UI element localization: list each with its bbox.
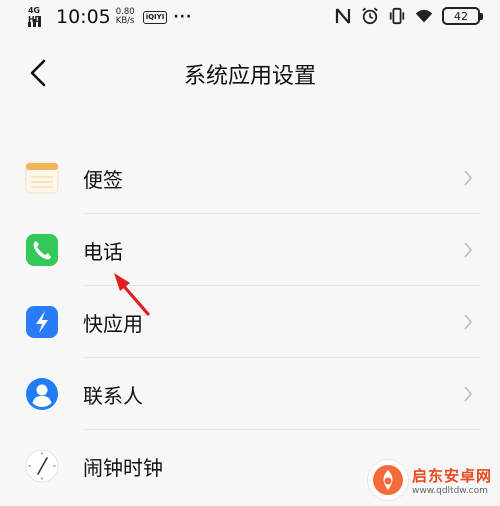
annotation-arrow-icon: [114, 273, 150, 316]
list-item-contacts[interactable]: 联系人: [0, 358, 500, 430]
list-item-label: 电话: [83, 239, 123, 264]
speed-unit: KB/s: [115, 16, 135, 26]
notes-icon: [24, 160, 60, 196]
watermark: 启东安卓网 www.qdltdw.com: [368, 458, 496, 502]
more-notifications-icon: ···: [173, 9, 193, 25]
watermark-name: 启东安卓网: [412, 466, 493, 485]
alarm-icon: [361, 6, 379, 26]
nfc-icon: [334, 6, 352, 26]
iqiyi-icon: iQIYI: [142, 10, 168, 24]
list-item-phone[interactable]: 电话: [0, 214, 500, 286]
list-item-notes[interactable]: 便签: [0, 142, 500, 214]
settings-screen: 4G HD 10:05 0.80 KB/s iQIYI ···: [0, 0, 500, 506]
status-time: 10:05: [56, 6, 111, 28]
page-title: 系统应用设置: [183, 64, 316, 89]
signal-icon: 4G HD: [28, 6, 50, 28]
chevron-right-icon: [460, 238, 476, 262]
battery-icon: 42: [442, 7, 483, 25]
list-item-label: 闹钟时钟: [83, 455, 163, 480]
status-left: 4G HD 10:05 0.80 KB/s iQIYI ···: [28, 6, 192, 28]
watermark-url: www.qdltdw.com: [412, 485, 488, 496]
chevron-right-icon: [460, 310, 476, 334]
clock-icon: [24, 448, 60, 484]
watermark-text: 启东安卓网 www.qdltdw.com: [412, 465, 492, 496]
settings-list: 便签 电话 快应用 联系人 闹钟时钟: [0, 142, 500, 502]
phone-icon: [24, 232, 60, 268]
quick-app-icon: [24, 304, 60, 340]
list-item-quick-app[interactable]: 快应用: [0, 286, 500, 358]
chevron-right-icon: [460, 382, 476, 406]
list-item-label: 联系人: [83, 383, 143, 408]
vibrate-icon: [388, 6, 406, 26]
status-right: 42: [334, 6, 483, 26]
wifi-icon: [415, 6, 433, 26]
network-speed: 0.80 KB/s: [116, 8, 135, 26]
status-bar: 4G HD 10:05 0.80 KB/s iQIYI ···: [0, 0, 500, 36]
chevron-right-icon: [460, 166, 476, 190]
list-item-label: 便签: [83, 167, 123, 192]
watermark-logo-icon: [368, 460, 408, 500]
app-header: 系统应用设置: [0, 36, 500, 110]
contacts-icon: [24, 376, 60, 412]
